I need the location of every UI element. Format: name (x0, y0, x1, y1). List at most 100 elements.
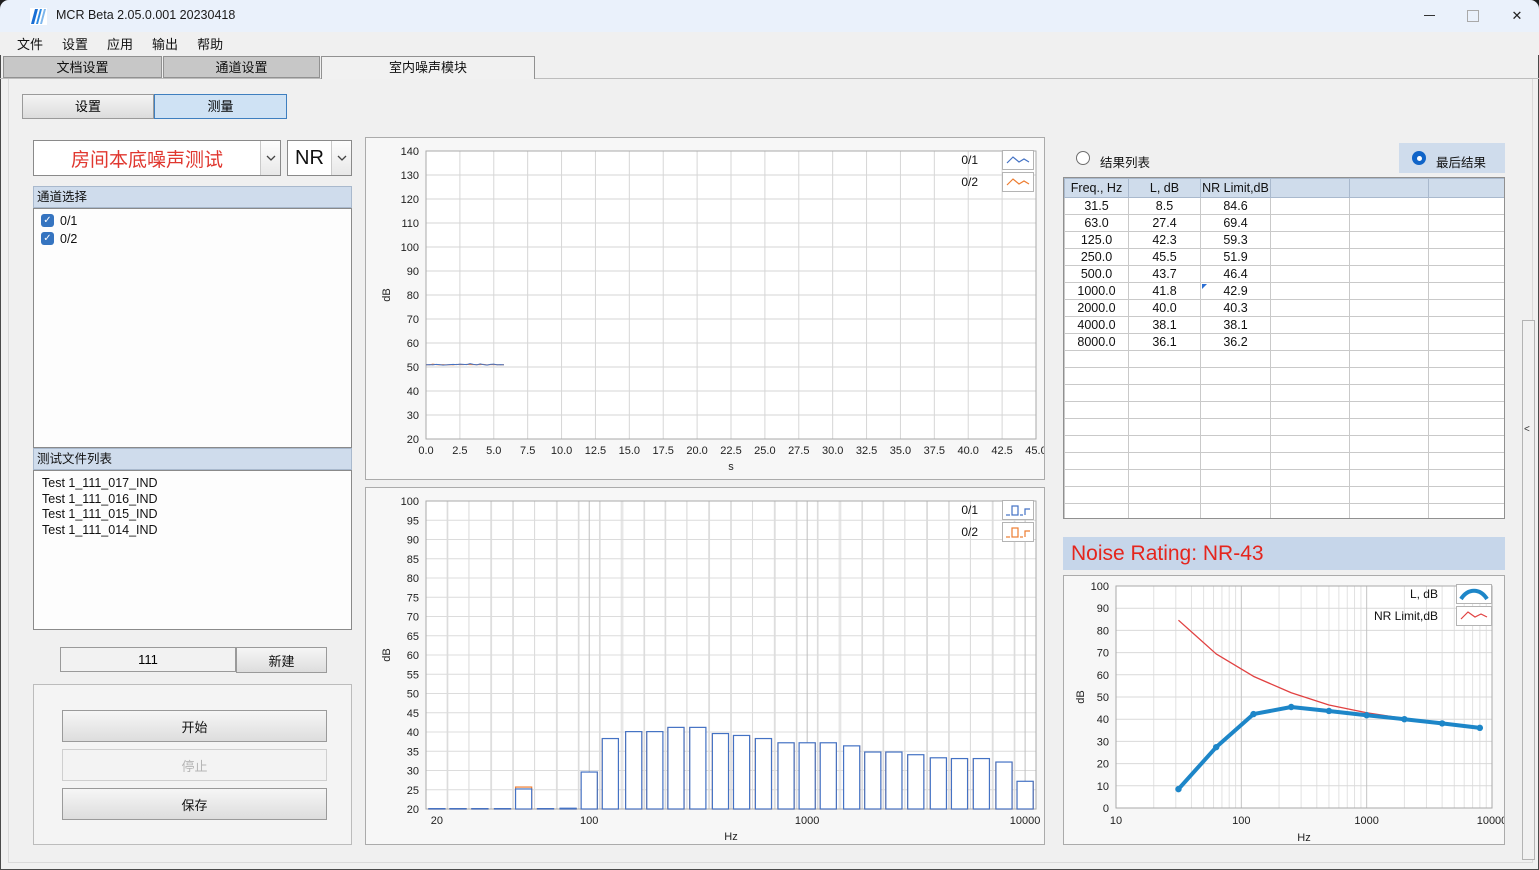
line-style-icon[interactable] (1002, 150, 1034, 170)
results-cell[interactable]: 45.5 (1129, 249, 1201, 266)
results-cell[interactable] (1129, 351, 1201, 368)
results-cell[interactable] (1350, 436, 1429, 453)
results-cell[interactable] (1201, 504, 1271, 520)
results-cell[interactable] (1129, 368, 1201, 385)
results-cell[interactable]: 84.6 (1201, 198, 1271, 215)
results-cell[interactable]: 46.4 (1201, 266, 1271, 283)
results-cell[interactable] (1129, 402, 1201, 419)
results-cell[interactable] (1350, 402, 1429, 419)
results-cell[interactable]: 36.2 (1201, 334, 1271, 351)
results-cell[interactable] (1065, 385, 1129, 402)
bar-style-icon[interactable] (1002, 500, 1034, 520)
legend-row-limit[interactable]: NR Limit,dB (1374, 606, 1492, 626)
results-cell[interactable] (1129, 419, 1201, 436)
results-cell[interactable] (1429, 300, 1505, 317)
results-cell[interactable] (1350, 317, 1429, 334)
results-cell[interactable] (1350, 232, 1429, 249)
results-cell[interactable]: 31.5 (1065, 198, 1129, 215)
results-cell[interactable] (1429, 504, 1505, 520)
results-cell[interactable] (1271, 504, 1350, 520)
results-cell[interactable]: 38.1 (1201, 317, 1271, 334)
results-cell[interactable]: 59.3 (1201, 232, 1271, 249)
menu-item-2[interactable]: 应用 (98, 32, 142, 55)
file-name-input[interactable] (60, 647, 236, 672)
results-cell[interactable] (1271, 249, 1350, 266)
line-style-icon[interactable] (1002, 172, 1034, 192)
results-cell[interactable] (1350, 215, 1429, 232)
channel-row-0/1[interactable]: ✓0/1 (34, 212, 351, 229)
results-cell[interactable]: 51.9 (1201, 249, 1271, 266)
results-cell[interactable] (1065, 351, 1129, 368)
results-cell[interactable] (1201, 402, 1271, 419)
menu-item-3[interactable]: 输出 (143, 32, 187, 55)
legend-row-ch1[interactable]: 0/1 (961, 150, 1034, 170)
results-cell[interactable] (1429, 402, 1505, 419)
results-cell[interactable] (1129, 453, 1201, 470)
results-cell[interactable] (1429, 487, 1505, 504)
results-cell[interactable] (1350, 368, 1429, 385)
results-cell[interactable] (1201, 470, 1271, 487)
results-cell[interactable] (1129, 470, 1201, 487)
results-cell[interactable] (1271, 351, 1350, 368)
results-cell[interactable]: 8.5 (1129, 198, 1201, 215)
results-cell[interactable] (1271, 419, 1350, 436)
results-cell[interactable] (1065, 402, 1129, 419)
results-cell[interactable] (1271, 283, 1350, 300)
results-cell[interactable] (1065, 504, 1129, 520)
checkbox-checked-icon[interactable]: ✓ (41, 214, 54, 227)
results-cell[interactable] (1201, 351, 1271, 368)
results-cell[interactable] (1429, 317, 1505, 334)
collapse-panel-handle[interactable]: < (1522, 320, 1535, 860)
results-cell[interactable]: 63.0 (1065, 215, 1129, 232)
results-cell[interactable] (1271, 266, 1350, 283)
results-cell[interactable] (1271, 317, 1350, 334)
results-cell[interactable] (1271, 385, 1350, 402)
close-button[interactable]: ✕ (1495, 0, 1539, 32)
results-cell[interactable] (1350, 470, 1429, 487)
results-cell[interactable] (1350, 266, 1429, 283)
results-cell[interactable] (1429, 249, 1505, 266)
rating-type-select[interactable]: NR (287, 140, 352, 176)
results-cell[interactable]: 41.8 (1129, 283, 1201, 300)
results-cell[interactable] (1350, 351, 1429, 368)
checkbox-checked-icon[interactable]: ✓ (41, 232, 54, 245)
results-cell[interactable] (1429, 215, 1505, 232)
menu-item-0[interactable]: 文件 (8, 32, 52, 55)
chevron-down-icon[interactable] (260, 141, 280, 175)
results-cell[interactable] (1350, 453, 1429, 470)
results-cell[interactable] (1350, 300, 1429, 317)
last-result-radio-label[interactable]: 最后结果 (1436, 152, 1486, 171)
tab-measure[interactable]: 测量 (154, 94, 287, 119)
results-cell[interactable]: 43.7 (1129, 266, 1201, 283)
results-cell[interactable] (1429, 436, 1505, 453)
results-cell[interactable] (1429, 419, 1505, 436)
new-button[interactable]: 新建 (236, 647, 327, 673)
test-file-item[interactable]: Test 1_111_014_IND (34, 523, 351, 539)
bar-style-icon[interactable] (1002, 522, 1034, 542)
results-cell[interactable] (1201, 419, 1271, 436)
results-cell[interactable] (1429, 232, 1505, 249)
results-cell[interactable] (1271, 436, 1350, 453)
test-file-item[interactable]: Test 1_111_017_IND (34, 476, 351, 492)
results-cell[interactable] (1350, 487, 1429, 504)
results-cell[interactable]: 36.1 (1129, 334, 1201, 351)
results-cell[interactable] (1271, 232, 1350, 249)
results-cell[interactable] (1065, 487, 1129, 504)
results-cell[interactable]: 1000.0 (1065, 283, 1129, 300)
results-cell[interactable] (1429, 368, 1505, 385)
results-cell[interactable] (1429, 198, 1505, 215)
maximize-button[interactable] (1451, 0, 1495, 32)
results-cell[interactable] (1201, 436, 1271, 453)
results-cell[interactable]: 4000.0 (1065, 317, 1129, 334)
results-cell[interactable] (1065, 453, 1129, 470)
results-cell[interactable]: 69.4 (1201, 215, 1271, 232)
results-cell[interactable] (1129, 504, 1201, 520)
results-cell[interactable] (1271, 453, 1350, 470)
results-cell[interactable] (1350, 334, 1429, 351)
results-cell[interactable] (1271, 402, 1350, 419)
results-cell[interactable]: 42.9 (1201, 283, 1271, 300)
results-cell[interactable]: 42.3 (1129, 232, 1201, 249)
results-cell[interactable] (1271, 198, 1350, 215)
test-file-item[interactable]: Test 1_111_015_IND (34, 507, 351, 523)
results-cell[interactable] (1429, 385, 1505, 402)
